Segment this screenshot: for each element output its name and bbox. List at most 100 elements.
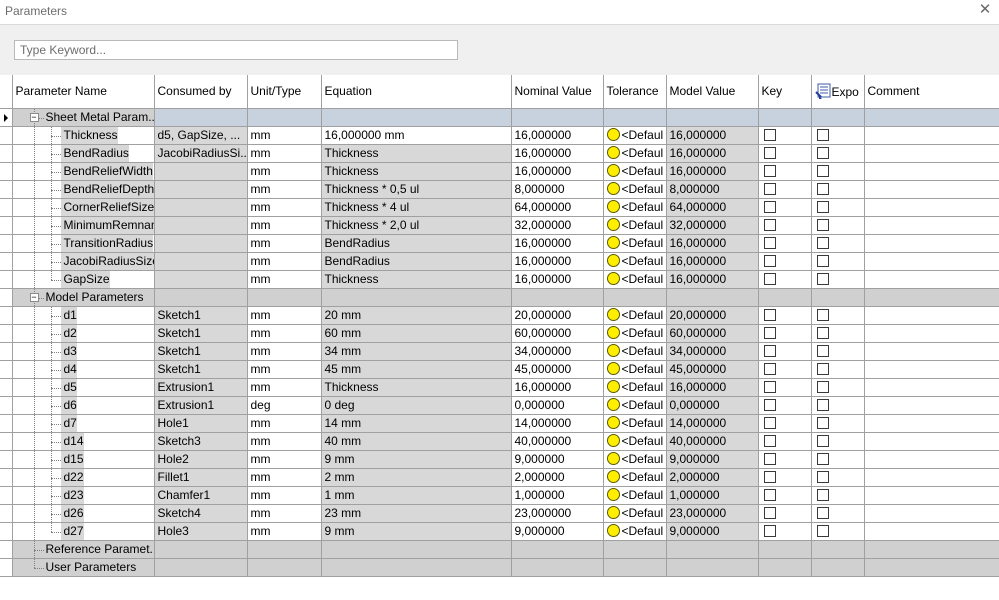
comment-cell[interactable] bbox=[864, 378, 999, 397]
key-checkbox[interactable] bbox=[763, 255, 776, 267]
column-header-export[interactable]: Expo bbox=[811, 75, 865, 109]
key-checkbox[interactable] bbox=[763, 165, 776, 177]
tolerance-cell[interactable]: <Defaul bbox=[603, 234, 667, 253]
tolerance-cell[interactable]: <Defaul bbox=[603, 180, 667, 199]
table-row[interactable]: d15 Hole2 mm 9 mm 9,000000 <Defaul 9,000000 bbox=[0, 450, 999, 469]
comment-cell[interactable] bbox=[864, 180, 999, 199]
table-row[interactable]: d27 Hole3 mm 9 mm 9,000000 <Defaul 9,000000 bbox=[0, 522, 999, 541]
unit-type-cell[interactable]: mm bbox=[247, 234, 322, 253]
key-checkbox[interactable] bbox=[763, 417, 776, 429]
equation-cell[interactable]: 20 mm bbox=[321, 306, 512, 325]
comment-cell[interactable] bbox=[864, 126, 999, 145]
export-checkbox[interactable] bbox=[816, 219, 829, 231]
expand-collapse-icon[interactable]: − bbox=[29, 113, 39, 122]
unit-type-cell[interactable]: mm bbox=[247, 378, 322, 397]
key-checkbox[interactable] bbox=[763, 129, 776, 141]
unit-type-cell[interactable]: mm bbox=[247, 486, 322, 505]
tolerance-cell[interactable]: <Defaul bbox=[603, 396, 667, 415]
unit-type-cell[interactable]: mm bbox=[247, 432, 322, 451]
unit-type-cell[interactable]: mm bbox=[247, 504, 322, 523]
column-header-nominal-value[interactable]: Nominal Value bbox=[511, 75, 604, 109]
table-row[interactable]: d1 Sketch1 mm 20 mm 20,000000 <Defaul 20,00000… bbox=[0, 306, 999, 325]
column-header-model-value[interactable]: Model Value bbox=[666, 75, 759, 109]
expand-collapse-icon[interactable]: − bbox=[29, 293, 39, 302]
key-checkbox[interactable] bbox=[763, 273, 776, 285]
key-checkbox[interactable] bbox=[763, 453, 776, 465]
tolerance-cell[interactable]: <Defaul bbox=[603, 324, 667, 343]
comment-cell[interactable] bbox=[864, 432, 999, 451]
tolerance-cell[interactable]: <Defaul bbox=[603, 306, 667, 325]
table-row[interactable]: TransitionRadius mm BendRadius 16,000000 <De… bbox=[0, 234, 999, 253]
export-checkbox[interactable] bbox=[816, 345, 829, 357]
equation-cell[interactable]: Thickness * 2,0 ul bbox=[321, 216, 512, 235]
equation-cell[interactable]: 9 mm bbox=[321, 522, 512, 541]
comment-cell[interactable] bbox=[864, 342, 999, 361]
comment-cell[interactable] bbox=[864, 234, 999, 253]
equation-cell[interactable]: 45 mm bbox=[321, 360, 512, 379]
parameter-name-cell[interactable]: d27 bbox=[12, 522, 155, 541]
export-checkbox[interactable] bbox=[816, 363, 829, 375]
comment-cell[interactable] bbox=[864, 270, 999, 289]
tolerance-cell[interactable]: <Defaul bbox=[603, 504, 667, 523]
equation-cell[interactable]: 14 mm bbox=[321, 414, 512, 433]
export-checkbox[interactable] bbox=[816, 471, 829, 483]
equation-cell[interactable]: Thickness bbox=[321, 270, 512, 289]
equation-cell[interactable]: 40 mm bbox=[321, 432, 512, 451]
comment-cell[interactable] bbox=[864, 522, 999, 541]
export-checkbox[interactable] bbox=[816, 417, 829, 429]
comment-cell[interactable] bbox=[864, 162, 999, 181]
unit-type-cell[interactable]: mm bbox=[247, 216, 322, 235]
comment-cell[interactable] bbox=[864, 504, 999, 523]
group-row[interactable]: − Sheet Metal Param... bbox=[0, 108, 999, 127]
group-row[interactable]: − Model Parameters bbox=[0, 288, 999, 307]
unit-type-cell[interactable]: mm bbox=[247, 252, 322, 271]
tolerance-cell[interactable]: <Defaul bbox=[603, 270, 667, 289]
equation-cell[interactable]: Thickness bbox=[321, 378, 512, 397]
parameter-name-cell[interactable]: MinimumRemnant bbox=[12, 216, 155, 235]
export-checkbox[interactable] bbox=[816, 381, 829, 393]
table-row[interactable]: MinimumRemnant mm Thickness * 2,0 ul 32,000… bbox=[0, 216, 999, 235]
parameter-name-cell[interactable]: d5 bbox=[12, 378, 155, 397]
table-row[interactable]: d4 Sketch1 mm 45 mm 45,000000 <Defaul 45,00000… bbox=[0, 360, 999, 379]
equation-cell[interactable]: 23 mm bbox=[321, 504, 512, 523]
key-checkbox[interactable] bbox=[763, 309, 776, 321]
equation-cell[interactable]: 0 deg bbox=[321, 396, 512, 415]
column-header-equation[interactable]: Equation bbox=[321, 75, 512, 109]
tolerance-cell[interactable]: <Defaul bbox=[603, 468, 667, 487]
table-row[interactable]: GapSize mm Thickness 16,000000 <Defaul 16,000… bbox=[0, 270, 999, 289]
parameter-name-cell[interactable]: d7 bbox=[12, 414, 155, 433]
table-row[interactable]: JacobiRadiusSize mm BendRadius 16,000000 <De… bbox=[0, 252, 999, 271]
export-checkbox[interactable] bbox=[816, 489, 829, 501]
group-name-cell[interactable]: User Parameters bbox=[12, 558, 155, 577]
equation-cell[interactable]: Thickness * 0,5 ul bbox=[321, 180, 512, 199]
parameter-name-cell[interactable]: d2 bbox=[12, 324, 155, 343]
parameter-name-cell[interactable]: d1 bbox=[12, 306, 155, 325]
tolerance-cell[interactable]: <Defaul bbox=[603, 378, 667, 397]
parameter-name-cell[interactable]: BendReliefWidth bbox=[12, 162, 155, 181]
unit-type-cell[interactable]: mm bbox=[247, 180, 322, 199]
table-row[interactable]: Thickness d5, GapSize, ... mm 16,000000 mm 1… bbox=[0, 126, 999, 145]
table-row[interactable]: CornerReliefSize mm Thickness * 4 ul 64,000… bbox=[0, 198, 999, 217]
tolerance-cell[interactable]: <Defaul bbox=[603, 414, 667, 433]
close-icon[interactable]: ✕ bbox=[977, 2, 993, 18]
equation-cell[interactable]: Thickness bbox=[321, 162, 512, 181]
export-checkbox[interactable] bbox=[816, 237, 829, 249]
group-row[interactable]: User Parameters bbox=[0, 558, 999, 577]
key-checkbox[interactable] bbox=[763, 471, 776, 483]
export-checkbox[interactable] bbox=[816, 399, 829, 411]
key-checkbox[interactable] bbox=[763, 201, 776, 213]
key-checkbox[interactable] bbox=[763, 489, 776, 501]
key-checkbox[interactable] bbox=[763, 237, 776, 249]
unit-type-cell[interactable]: mm bbox=[247, 144, 322, 163]
export-checkbox[interactable] bbox=[816, 183, 829, 195]
unit-type-cell[interactable]: mm bbox=[247, 306, 322, 325]
key-checkbox[interactable] bbox=[763, 345, 776, 357]
export-checkbox[interactable] bbox=[816, 201, 829, 213]
export-checkbox[interactable] bbox=[816, 255, 829, 267]
export-checkbox[interactable] bbox=[816, 453, 829, 465]
equation-cell[interactable]: 34 mm bbox=[321, 342, 512, 361]
key-checkbox[interactable] bbox=[763, 525, 776, 537]
parameter-name-cell[interactable]: BendRadius bbox=[12, 144, 155, 163]
comment-cell[interactable] bbox=[864, 486, 999, 505]
unit-type-cell[interactable]: mm bbox=[247, 360, 322, 379]
